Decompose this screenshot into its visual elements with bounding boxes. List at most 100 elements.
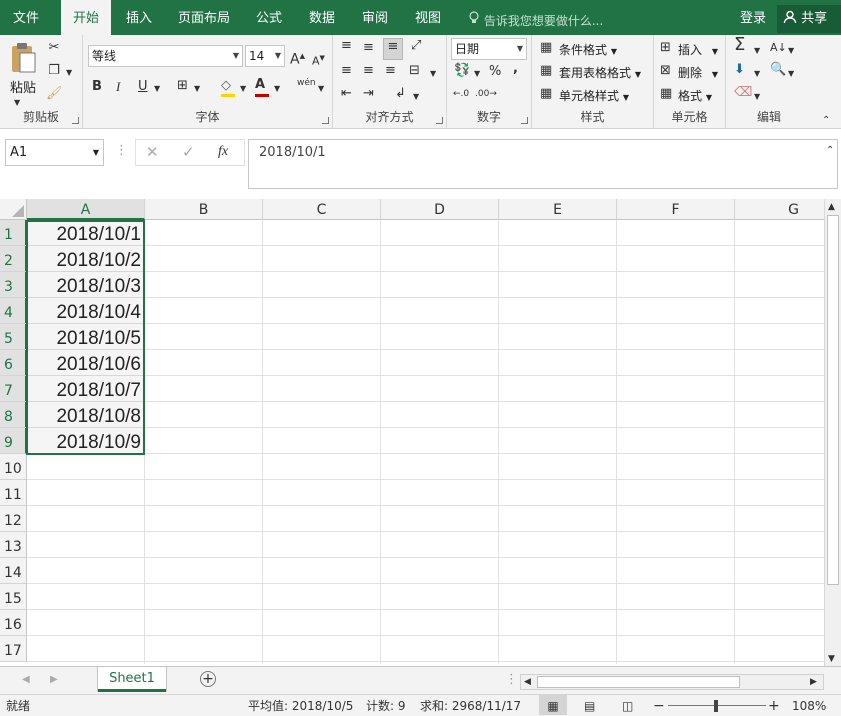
italic-button[interactable]: I <box>116 79 120 95</box>
format-cells-icon[interactable]: ▦ <box>660 86 672 102</box>
cell-a7[interactable]: 2018/10/7 <box>27 376 144 402</box>
find-select-icon[interactable]: 🔍 <box>770 62 786 78</box>
delete-cells-button[interactable]: 删除 ▼ <box>678 64 718 81</box>
login-link[interactable]: 登录 <box>740 0 766 35</box>
row-header[interactable]: 13 <box>0 532 27 558</box>
tab-file[interactable]: 文件 <box>0 0 52 35</box>
copy-dropdown-arrow[interactable]: ▼ <box>66 65 72 81</box>
normal-view-icon[interactable]: ▦ <box>539 695 567 715</box>
cell-styles-icon[interactable]: ▦ <box>540 86 552 102</box>
fill-color-dropdown-arrow[interactable]: ▼ <box>240 81 246 97</box>
share-button[interactable]: 共享 <box>777 5 841 33</box>
prev-sheet-icon[interactable]: ◀ <box>22 672 30 688</box>
format-painter-icon[interactable]: 🖌 <box>46 86 63 102</box>
worksheet-grid[interactable]: A B C D E F G 1 2 3 4 5 6 7 8 9 10 11 12… <box>0 199 824 664</box>
align-right-icon[interactable]: ≡ <box>385 63 396 79</box>
accounting-dropdown-arrow[interactable]: ▼ <box>474 66 480 82</box>
borders-icon[interactable]: ⊞ <box>177 78 188 94</box>
horizontal-scroll-thumb[interactable] <box>537 676 740 688</box>
tab-insert[interactable]: 插入 <box>118 0 160 35</box>
next-sheet-icon[interactable]: ▶ <box>50 672 58 688</box>
add-sheet-icon[interactable]: + <box>200 671 216 687</box>
comma-style-button[interactable]: , <box>513 61 518 77</box>
cell-a9[interactable]: 2018/10/9 <box>27 428 144 454</box>
row-header[interactable]: 17 <box>0 636 27 662</box>
conditional-format-button[interactable]: 条件格式 ▼ <box>559 41 617 58</box>
increase-decimal-icon[interactable]: ←.0 <box>453 86 469 102</box>
row-header[interactable]: 8 <box>0 402 27 428</box>
tab-data[interactable]: 数据 <box>301 0 343 35</box>
row-header[interactable]: 10 <box>0 454 27 480</box>
cell-a4[interactable]: 2018/10/4 <box>27 298 144 324</box>
increase-font-icon[interactable]: A▲ <box>290 48 305 68</box>
autosum-icon[interactable]: Σ <box>734 36 745 54</box>
row-header[interactable]: 2 <box>0 246 27 272</box>
cell-a1[interactable]: 2018/10/1 <box>27 220 144 246</box>
format-table-icon[interactable]: ▦ <box>540 63 552 79</box>
row-header[interactable]: 6 <box>0 350 27 376</box>
paste-button[interactable]: 粘贴 <box>10 77 36 96</box>
column-header-g[interactable]: G <box>735 199 824 220</box>
align-top-icon[interactable]: ≡ <box>341 38 352 54</box>
underline-dropdown-arrow[interactable]: ▼ <box>154 81 160 97</box>
zoom-level[interactable]: 108% <box>792 695 826 716</box>
phonetic-dropdown-arrow[interactable]: ▼ <box>318 81 324 97</box>
row-header[interactable]: 3 <box>0 272 27 298</box>
vertical-scrollbar[interactable]: ▲ ▼ <box>824 199 841 666</box>
sort-filter-icon[interactable]: A↓ <box>770 40 787 56</box>
cancel-icon[interactable]: ✕ <box>146 144 159 160</box>
font-color-dropdown-arrow[interactable]: ▼ <box>274 81 280 97</box>
expand-formula-icon[interactable]: ⌃ <box>826 143 834 159</box>
column-header-c[interactable]: C <box>263 199 381 220</box>
clear-icon[interactable]: ⌫ <box>734 85 752 101</box>
find-dropdown-arrow[interactable]: ▼ <box>788 66 794 82</box>
row-header[interactable]: 16 <box>0 610 27 636</box>
decrease-font-icon[interactable]: A▼ <box>312 50 325 70</box>
sort-dropdown-arrow[interactable]: ▼ <box>788 43 794 59</box>
row-header[interactable]: 1 <box>0 220 27 246</box>
paste-icon[interactable] <box>8 41 38 77</box>
page-break-view-icon[interactable]: ◫ <box>622 695 633 716</box>
column-header-d[interactable]: D <box>381 199 499 220</box>
horizontal-scrollbar[interactable]: ◀ ▶ <box>520 674 824 690</box>
insert-function-button[interactable]: fx <box>218 144 228 160</box>
enter-icon[interactable]: ✓ <box>182 144 195 160</box>
copy-icon[interactable]: ❐ <box>46 63 62 79</box>
scroll-left-icon[interactable]: ◀ <box>524 675 531 689</box>
increase-indent-icon[interactable]: ⇥ <box>363 86 374 102</box>
format-as-table-button[interactable]: 套用表格格式 ▼ <box>559 64 641 81</box>
insert-cells-button[interactable]: 插入 ▼ <box>678 41 718 58</box>
bold-button[interactable]: B <box>92 79 102 95</box>
font-launcher[interactable] <box>322 117 329 124</box>
alignment-launcher[interactable] <box>436 117 443 124</box>
cell-a3[interactable]: 2018/10/3 <box>27 272 144 298</box>
font-color-icon[interactable]: A <box>255 77 269 97</box>
number-format-dropdown[interactable]: 日期 ▼ <box>451 38 527 60</box>
zoom-slider-thumb[interactable] <box>714 700 718 712</box>
fill-icon[interactable]: ⬇ <box>734 62 745 78</box>
column-header-e[interactable]: E <box>499 199 617 220</box>
row-header[interactable]: 4 <box>0 298 27 324</box>
cell-a2[interactable]: 2018/10/2 <box>27 246 144 272</box>
scroll-down-icon[interactable]: ▼ <box>828 651 835 667</box>
tab-formulas[interactable]: 公式 <box>248 0 290 35</box>
page-layout-view-icon[interactable]: ▤ <box>584 695 595 716</box>
name-box[interactable]: A1 ▼ <box>5 139 104 166</box>
decrease-decimal-icon[interactable]: .00→ <box>475 86 497 102</box>
cell-styles-button[interactable]: 单元格样式 ▼ <box>559 87 629 104</box>
tab-home[interactable]: 开始 <box>61 0 111 35</box>
cell-area[interactable] <box>27 220 824 664</box>
tab-review[interactable]: 审阅 <box>354 0 396 35</box>
zoom-in-button[interactable]: + <box>768 695 780 716</box>
align-bottom-icon[interactable]: ≡ <box>383 38 403 60</box>
row-header[interactable]: 7 <box>0 376 27 402</box>
row-header[interactable]: 11 <box>0 480 27 506</box>
column-header-a[interactable]: A <box>27 199 145 220</box>
phonetic-icon[interactable]: wén <box>297 75 316 91</box>
merge-dropdown-arrow[interactable]: ▼ <box>430 66 436 82</box>
formula-input[interactable]: 2018/10/1 <box>248 139 838 189</box>
autosum-dropdown-arrow[interactable]: ▼ <box>754 43 760 59</box>
row-header[interactable]: 5 <box>0 324 27 350</box>
collapse-ribbon-icon[interactable]: ⌃ <box>822 113 830 129</box>
cell-a6[interactable]: 2018/10/6 <box>27 350 144 376</box>
